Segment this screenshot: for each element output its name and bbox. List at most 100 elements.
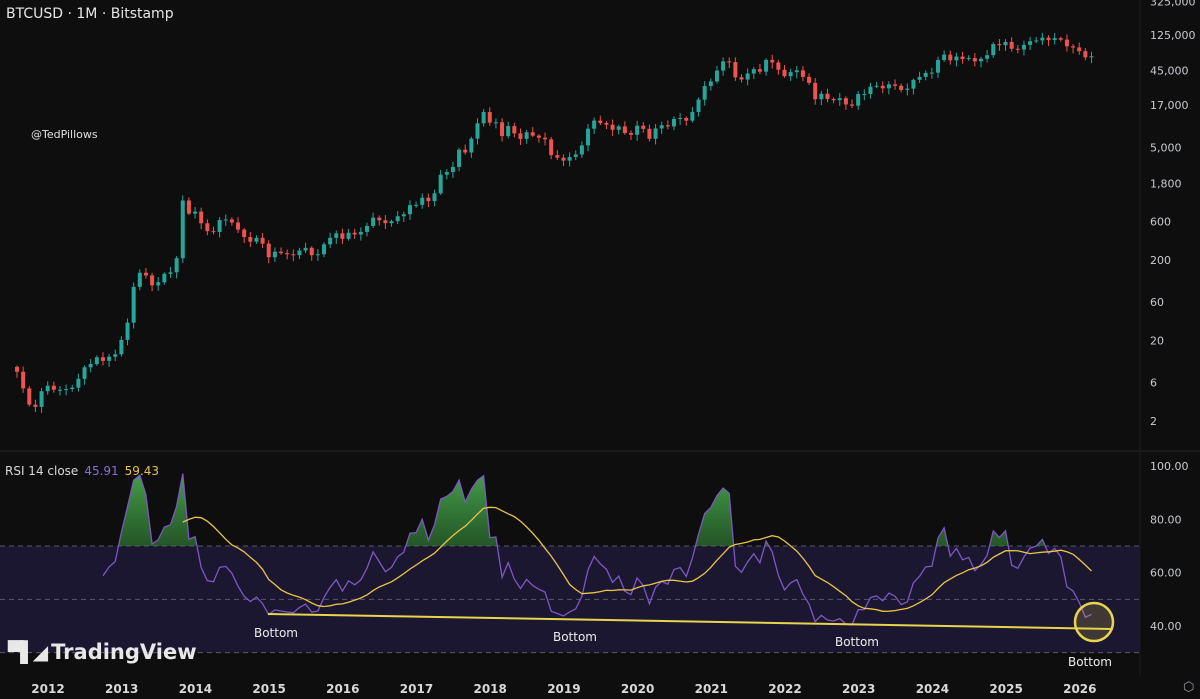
candle-body (886, 84, 891, 89)
candle (727, 57, 732, 68)
candle (407, 200, 412, 220)
candle (886, 81, 891, 95)
candle (696, 97, 701, 117)
candle-body (641, 125, 646, 129)
candle-body (1083, 51, 1088, 58)
candle-body (285, 253, 290, 255)
candle (371, 212, 376, 228)
candle-body (371, 217, 376, 226)
candle-body (837, 98, 842, 101)
candle (236, 217, 241, 233)
candle-body (272, 251, 277, 258)
candle-body (561, 157, 566, 161)
time-axis-label: 2021 (695, 682, 728, 696)
time-axis-label: 2023 (842, 682, 875, 696)
candle (831, 97, 836, 104)
candle-body (33, 404, 38, 407)
price-axis-label: 200 (1150, 254, 1171, 267)
candle (27, 385, 32, 407)
candle-body (1021, 44, 1026, 50)
candle (770, 54, 775, 69)
candle (850, 99, 855, 109)
candle-body (506, 126, 511, 137)
candle-body (426, 197, 431, 202)
candle (107, 353, 112, 367)
candle-body (45, 385, 50, 392)
candle-body (254, 237, 259, 242)
rsi-axis-label: 40.00 (1150, 620, 1182, 633)
candle-body (334, 233, 339, 238)
candle-body (180, 200, 185, 259)
candle (530, 127, 535, 138)
candle (641, 122, 646, 133)
price-axis-label: 2 (1150, 415, 1157, 428)
candle-body (807, 76, 812, 83)
candle-body (512, 126, 517, 134)
candle (985, 49, 990, 63)
candle-body (843, 98, 848, 105)
candle (518, 128, 523, 145)
time-axis-label: 2022 (768, 682, 801, 696)
symbol-title[interactable]: BTCUSD · 1M · Bitstamp (6, 6, 174, 22)
time-axis-label: 2017 (400, 682, 433, 696)
bottom-label: Bottom (254, 626, 298, 640)
candle-body (340, 233, 345, 239)
candle-body (242, 229, 247, 238)
candle-body (229, 219, 234, 223)
candle-body (322, 244, 326, 255)
author-handle: @TedPillows (31, 128, 98, 141)
candle-body (64, 389, 69, 391)
rsi-axis-label: 100.00 (1150, 460, 1189, 473)
rsi-legend[interactable]: RSI 14 close 45.91 59.43 (5, 464, 165, 478)
candle (856, 91, 861, 110)
candle-body (487, 112, 492, 123)
candle (260, 232, 265, 248)
candle-body (825, 93, 830, 99)
candle (401, 211, 406, 222)
candle (205, 219, 210, 236)
candle (1028, 36, 1033, 51)
candle (211, 226, 216, 235)
candle (217, 216, 222, 238)
candle-body (905, 88, 910, 90)
price-axis-label: 5,000 (1150, 142, 1182, 155)
tradingview-logo[interactable]: ▀▌◢ TradingView (8, 640, 197, 664)
candle-body (622, 126, 627, 134)
candle-body (782, 69, 787, 77)
candle-body (610, 124, 615, 130)
time-axis-label: 2025 (989, 682, 1022, 696)
candle (463, 144, 468, 155)
candle-body (15, 366, 19, 372)
candle (665, 120, 670, 130)
candle-body (1077, 47, 1082, 52)
candle-body (1015, 48, 1020, 50)
candle-body (629, 133, 633, 135)
candle (377, 215, 382, 226)
time-axis-label: 2015 (252, 682, 285, 696)
candle (702, 81, 707, 106)
chart-canvas[interactable]: 325,000 125,000 45,000 17,000 5,000 1,800 600 2… (0, 0, 1200, 699)
candle (843, 96, 848, 110)
candle-body (880, 85, 885, 89)
candle (1064, 34, 1069, 52)
candle (328, 232, 333, 248)
candle (936, 56, 940, 78)
candle (248, 231, 253, 248)
candle (493, 118, 498, 129)
candle (444, 169, 449, 180)
time-axis-label: 2020 (621, 682, 654, 696)
candle (438, 169, 443, 195)
candle (598, 115, 603, 126)
candle (395, 211, 400, 225)
candle-body (671, 118, 676, 127)
candle (358, 227, 363, 241)
candle (389, 219, 394, 227)
candle (469, 136, 474, 158)
candle (764, 58, 769, 76)
candle-body (966, 58, 971, 60)
rsi-ma-value: 59.43 (124, 464, 160, 478)
price-axis-label: 17,000 (1150, 99, 1189, 112)
settings-icon[interactable]: ⬡ (1183, 680, 1194, 695)
candle (137, 269, 142, 291)
time-axis-label: 2013 (105, 682, 138, 696)
